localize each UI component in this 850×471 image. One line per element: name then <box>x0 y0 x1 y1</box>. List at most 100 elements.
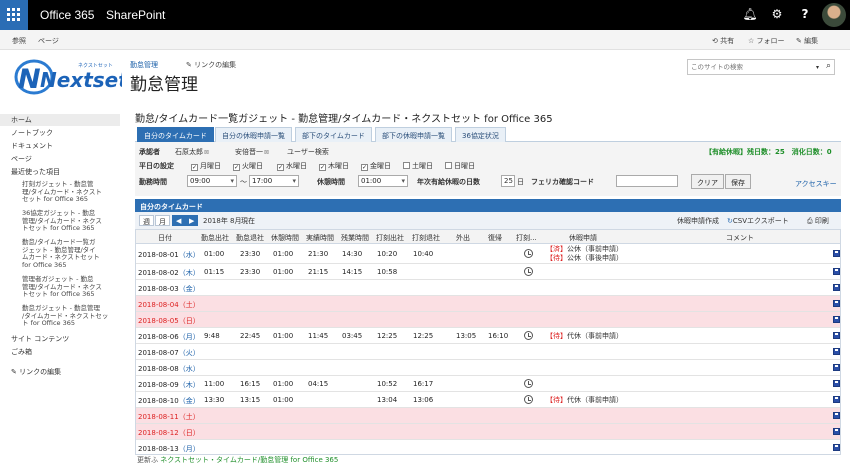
felica-code-input[interactable] <box>616 175 678 187</box>
save-row-icon[interactable] <box>833 412 840 419</box>
office365-brand[interactable]: Office 365 <box>40 8 94 22</box>
view-month-button[interactable]: 月 <box>155 215 170 226</box>
table-row[interactable]: 2018-08-09（木） 11:00 16:15 01:00 04:15 10:52 16… <box>136 376 840 392</box>
save-row-icon[interactable] <box>833 300 840 307</box>
view-week-button[interactable]: 週 <box>139 215 154 226</box>
save-row-icon[interactable] <box>833 284 840 291</box>
weekday-checkbox-wed[interactable]: ✓ 水曜日 <box>277 161 307 171</box>
table-row[interactable]: 2018-08-05（日） <box>136 312 840 328</box>
weekday-checkbox-mon[interactable]: ✓ 月曜日 <box>191 161 221 171</box>
tab-sub-timecard[interactable]: 部下のタイムカード <box>295 127 372 142</box>
nav-recent-item[interactable]: 36協定ガジェット - 勤怠 管理/タイムカード・ネクス トセット for Of… <box>22 209 102 233</box>
search-input[interactable] <box>688 60 816 74</box>
start-time-select[interactable]: 09:00 <box>187 175 237 187</box>
clear-button[interactable]: クリア <box>691 174 724 189</box>
save-row-icon[interactable] <box>833 250 840 257</box>
leave-request[interactable]: 【待】代休（事前申請） <box>546 396 623 405</box>
table-row[interactable]: 2018-08-06（月） 9:48 22:45 01:00 11:45 03:45 12:… <box>136 328 840 344</box>
csv-export-button[interactable]: ↻CSVエクスポート <box>727 216 789 226</box>
site-title[interactable]: 勤怠管理 <box>130 70 198 95</box>
nav-home[interactable]: ホーム <box>0 114 120 126</box>
save-row-icon[interactable] <box>833 428 840 435</box>
table-row[interactable]: 2018-08-04（土） <box>136 296 840 312</box>
leave-requests[interactable]: 【済】公休（事前申請） 【待】公休（事後申請） <box>546 245 623 263</box>
remove-icon[interactable]: ⊠ <box>264 149 269 156</box>
leave-request-create-button[interactable]: 休暇申請作成 <box>677 216 719 226</box>
nav-documents[interactable]: ドキュメント <box>11 142 53 150</box>
now-button[interactable]: 現在 <box>241 216 255 226</box>
weekday-checkbox-fri[interactable]: ✓ 金曜日 <box>361 161 391 171</box>
approver-chip[interactable]: 安倍晋一⊠ <box>235 147 269 157</box>
clock-icon[interactable] <box>524 331 533 340</box>
save-row-icon[interactable] <box>833 380 840 387</box>
gear-icon[interactable]: ⚙ <box>769 7 785 21</box>
app-launcher-icon[interactable] <box>0 0 28 30</box>
edit-button[interactable]: ✎ 編集 <box>796 36 818 46</box>
table-row[interactable]: 2018-08-10（金） 13:30 13:15 01:00 13:04 13:06 【待… <box>136 392 840 408</box>
table-row[interactable]: 2018-08-01（水） 01:00 23:30 01:00 21:30 14:30 10… <box>136 244 840 264</box>
clock-icon[interactable] <box>524 249 533 258</box>
nav-pages[interactable]: ページ <box>11 155 32 163</box>
sharepoint-app-name[interactable]: SharePoint <box>106 8 165 22</box>
share-button[interactable]: ⟲ 共有 <box>712 36 734 46</box>
edit-links[interactable]: ✎ リンクの編集 <box>186 60 236 70</box>
table-row[interactable]: 2018-08-08（水） <box>136 360 840 376</box>
remove-icon[interactable]: ⊠ <box>204 149 209 156</box>
save-row-icon[interactable] <box>833 348 840 355</box>
save-row-icon[interactable] <box>833 332 840 339</box>
approver-chip[interactable]: 石原太郎⊠ <box>175 147 209 157</box>
help-icon[interactable]: ? <box>797 7 813 21</box>
nav-recent-item[interactable]: 打刻ガジェット - 勤怠管 理/タイムカード・ネクスト セット for Offi… <box>22 180 102 204</box>
save-row-icon[interactable] <box>833 396 840 403</box>
table-row[interactable]: 2018-08-07（火） <box>136 344 840 360</box>
table-row[interactable]: 2018-08-03（金） <box>136 280 840 296</box>
site-breadcrumb[interactable]: 勤怠管理 <box>130 60 158 70</box>
save-row-icon[interactable] <box>833 268 840 275</box>
prev-month-button[interactable]: ◀ <box>172 215 186 226</box>
leave-request[interactable]: 【待】代休（事前申請） <box>546 332 623 341</box>
follow-button[interactable]: ☆ フォロー <box>748 36 785 46</box>
nav-recycle-bin[interactable]: ごみ箱 <box>11 348 32 356</box>
ribbon-tab-page[interactable]: ページ <box>38 36 59 46</box>
end-time-select[interactable]: 17:00 <box>249 175 299 187</box>
footer-link[interactable]: ネクストセット・タイムカード/勤怠管理 for Office 365 <box>160 456 338 464</box>
save-row-icon[interactable] <box>833 316 840 323</box>
nav-recent-item[interactable]: 勤怠ガジェット - 勤怠管理 /タイムカード・ネクストセッ ト for Offi… <box>22 304 108 328</box>
ribbon-tab-browse[interactable]: 参照 <box>12 36 26 46</box>
table-row[interactable]: 2018-08-12（日） <box>136 424 840 440</box>
leave-request[interactable]: 【待】公休（事後申請） <box>546 254 623 263</box>
leave-requests[interactable]: 【待】代休（事前申請） <box>546 332 623 341</box>
search-scope-dropdown-icon[interactable]: ▾ <box>816 64 819 71</box>
nav-edit-links[interactable]: ✎ リンクの編集 <box>11 368 61 376</box>
nav-notebook[interactable]: ノートブック <box>11 129 53 137</box>
save-row-icon[interactable] <box>833 444 840 451</box>
save-row-icon[interactable] <box>833 364 840 371</box>
nav-site-contents[interactable]: サイト コンテンツ <box>11 335 69 343</box>
table-row[interactable]: 2018-08-13（月） <box>136 440 840 454</box>
avatar[interactable] <box>822 3 846 27</box>
break-time-select[interactable]: 01:00 <box>358 175 408 187</box>
weekday-checkbox-thu[interactable]: ✓ 木曜日 <box>319 161 349 171</box>
next-month-button[interactable]: ▶ <box>185 215 199 226</box>
access-key-link[interactable]: アクセスキー <box>795 179 837 189</box>
leave-request[interactable]: 【済】公休（事前申請） <box>546 245 623 254</box>
weekday-checkbox-sat[interactable]: 土曜日 <box>403 161 433 171</box>
tab-sub-leave-requests[interactable]: 部下の休暇申請一覧 <box>375 127 452 142</box>
search-icon[interactable]: ⌕ <box>826 61 831 71</box>
tab-my-timecard[interactable]: 自分のタイムカード <box>137 127 214 142</box>
nav-recent[interactable]: 最近使った項目 <box>11 168 60 176</box>
user-search-link[interactable]: ユーザー検索 <box>287 147 329 157</box>
nextset-logo[interactable]: N Nextset ネクストセット <box>12 57 122 97</box>
tab-my-leave-requests[interactable]: 自分の休暇申請一覧 <box>215 127 292 142</box>
nav-recent-item[interactable]: 管理者ガジェット - 勤怠 管理/タイムカード・ネクス トセット for Off… <box>22 275 102 299</box>
weekday-checkbox-sun[interactable]: 日曜日 <box>445 161 475 171</box>
clock-icon[interactable] <box>524 267 533 276</box>
clock-icon[interactable] <box>524 395 533 404</box>
leave-requests[interactable]: 【待】代休（事前申請） <box>546 396 623 405</box>
clock-icon[interactable] <box>524 379 533 388</box>
weekday-checkbox-tue[interactable]: ✓ 火曜日 <box>233 161 263 171</box>
bell-icon[interactable]: 🔔︎ <box>742 7 758 21</box>
print-button[interactable]: ⎙ 印刷 <box>807 216 829 226</box>
annual-leave-input[interactable]: 25 <box>501 175 515 187</box>
table-row[interactable]: 2018-08-11（土） <box>136 408 840 424</box>
